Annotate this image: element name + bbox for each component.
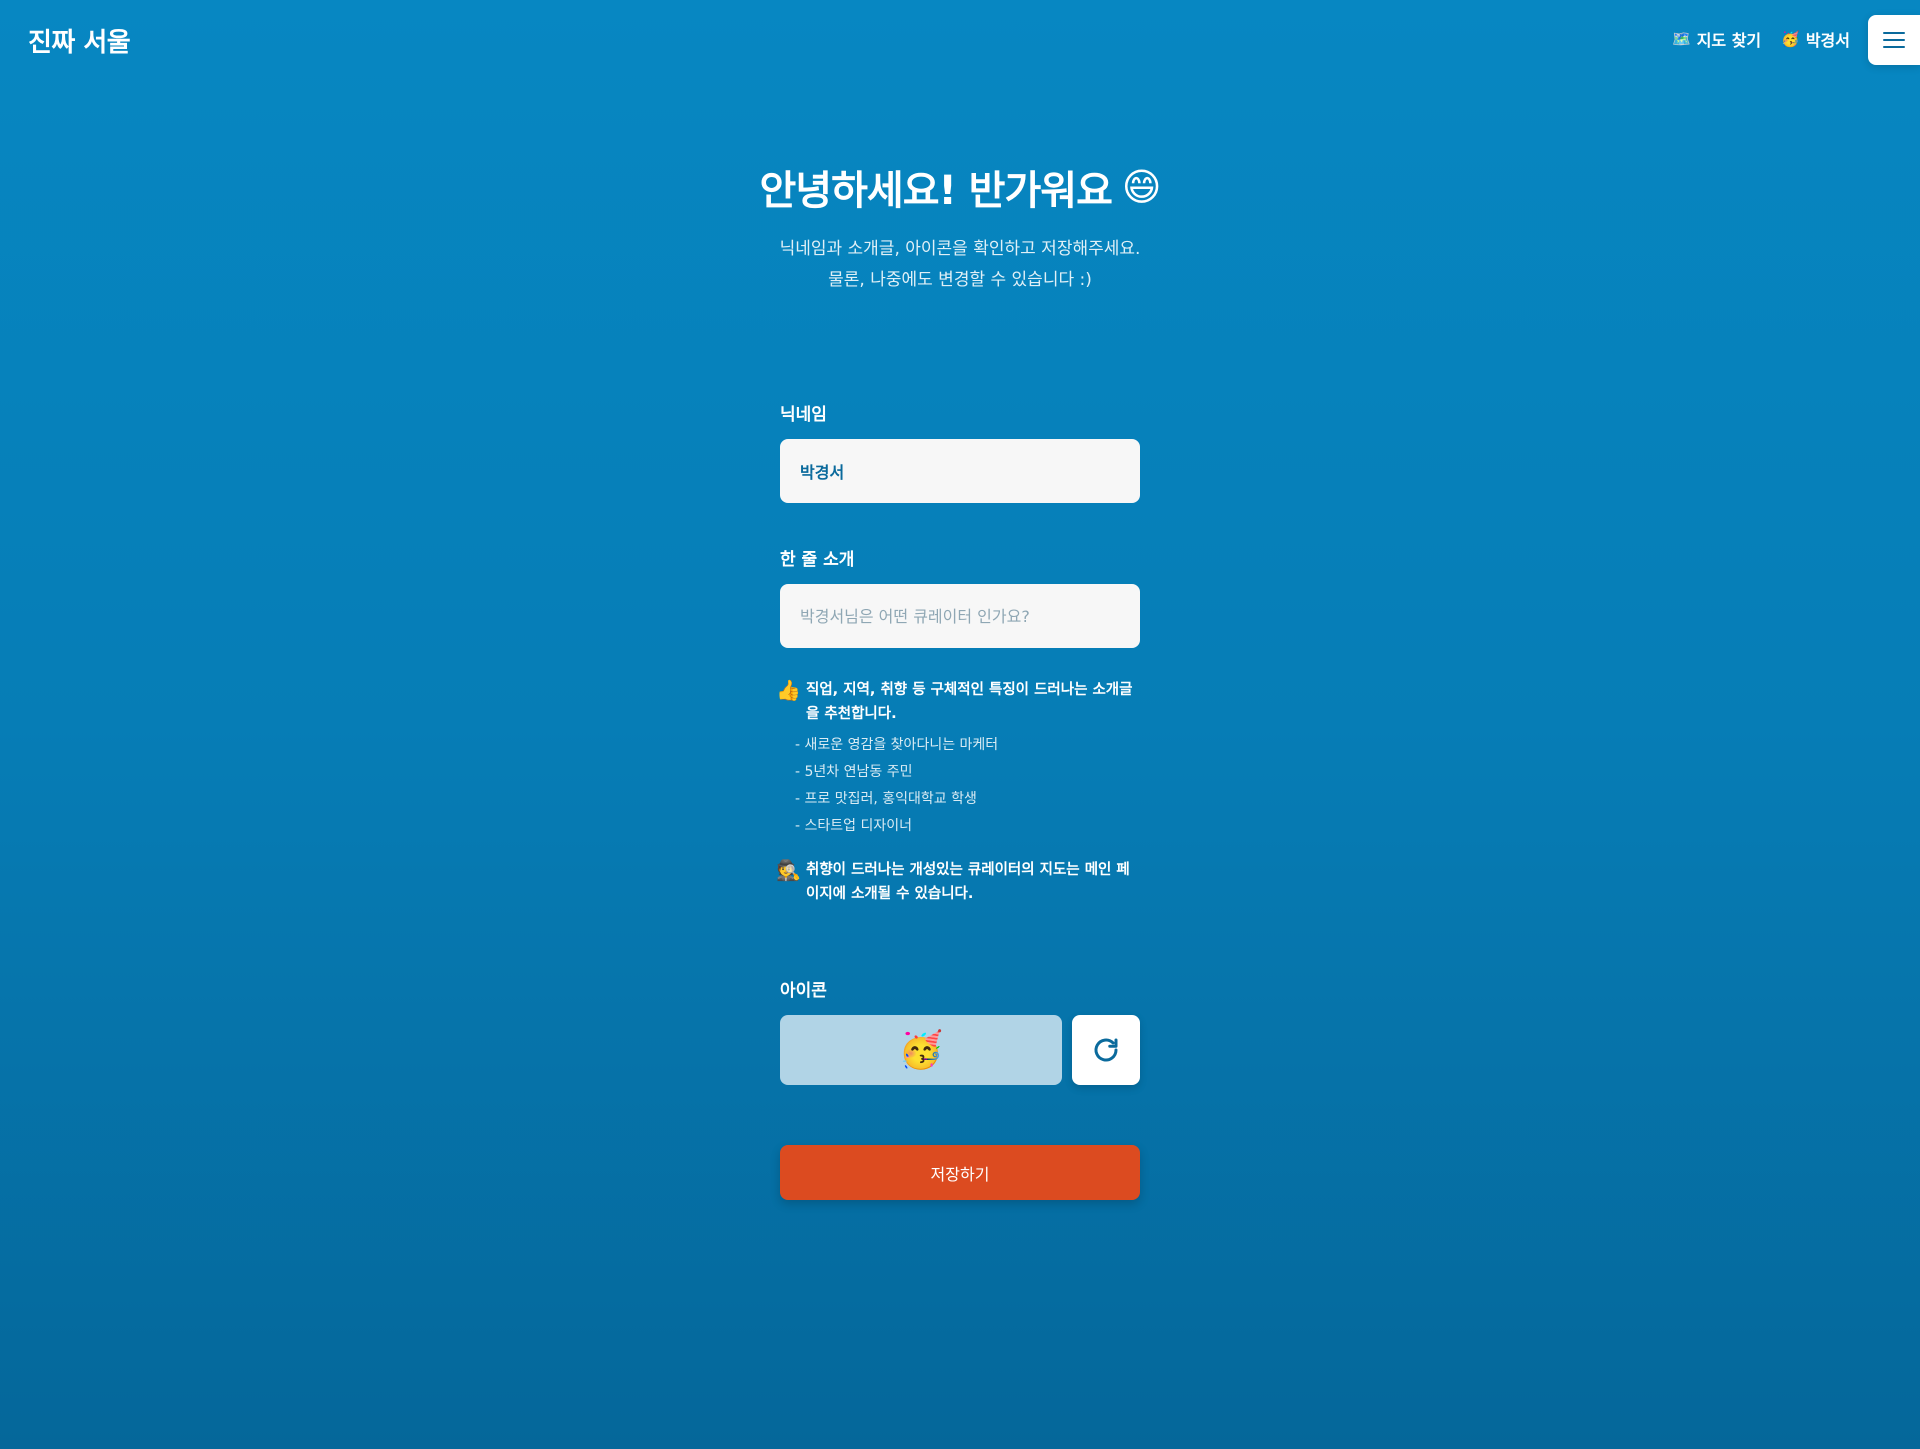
hero: 안녕하세요! 반가워요 😄 닉네임과 소개글, 아이콘을 확인하고 저장해주세요… <box>0 158 1920 296</box>
nickname-block: 닉네임 <box>780 400 1140 503</box>
refresh-icon-button[interactable] <box>1072 1015 1140 1085</box>
top-nav: 🗺️ 지도 찾기 🥳 박경서 <box>1672 27 1850 51</box>
tip-featured: 🕵️ 취향이 드러나는 개성있는 큐레이터의 지도는 메인 페이지에 소개될 수… <box>776 858 1140 906</box>
page-title-text: 안녕하세요! 반가워요 <box>759 168 1113 214</box>
tip-recommend-text: 직업, 지역, 취향 등 구체적인 특징이 드러나는 소개글을 추천합니다. <box>806 682 1133 722</box>
page-subtitle: 닉네임과 소개글, 아이콘을 확인하고 저장해주세요. 물론, 나중에도 변경할… <box>0 234 1920 296</box>
list-item: - 새로운 영감을 찾아다니는 마케터 <box>795 737 999 753</box>
nav-profile[interactable]: 🥳 박경서 <box>1781 27 1850 51</box>
icon-picker: 🥳 <box>780 1015 1140 1085</box>
list-item: - 스타트업 디자이너 <box>795 818 912 834</box>
nav-map-search[interactable]: 🗺️ 지도 찾기 <box>1672 27 1761 51</box>
icon-label: 아이콘 <box>780 981 827 1001</box>
tip-examples: - 새로운 영감을 찾아다니는 마케터 - 5년차 연남동 주민 - 프로 맛집… <box>780 732 1140 840</box>
page-title: 안녕하세요! 반가워요 😄 <box>759 158 1162 216</box>
list-item: - 프로 맛집러, 홍익대학교 학생 <box>795 791 977 807</box>
party-face-icon: 🥳 <box>898 1030 944 1071</box>
intro-block: 한 줄 소개 <box>780 545 1140 648</box>
tip-featured-text: 취향이 드러나는 개성있는 큐레이터의 지도는 메인 페이지에 소개될 수 있습… <box>806 862 1130 902</box>
nav-profile-label: 박경서 <box>1805 31 1850 50</box>
intro-label: 한 줄 소개 <box>780 550 855 570</box>
profile-form: 닉네임 한 줄 소개 👍 직업, 지역, 취향 등 구체적인 특징이 드러나는 … <box>776 400 1140 1200</box>
icon-block: 아이콘 🥳 <box>780 976 1140 1085</box>
thumbs-up-icon: 👍 <box>776 678 801 702</box>
nickname-input[interactable] <box>780 439 1140 503</box>
nickname-label: 닉네임 <box>780 405 827 425</box>
hamburger-menu-button[interactable] <box>1868 15 1920 65</box>
intro-input[interactable] <box>780 584 1140 648</box>
refresh-icon <box>1094 1038 1118 1062</box>
subtitle-line-1: 닉네임과 소개글, 아이콘을 확인하고 저장해주세요. <box>779 239 1141 259</box>
intro-tips: 👍 직업, 지역, 취향 등 구체적인 특징이 드러나는 소개글을 추천합니다.… <box>776 678 1140 906</box>
header: 진짜 서울 🗺️ 지도 찾기 🥳 박경서 <box>0 0 1920 80</box>
logo[interactable]: 진짜 서울 <box>28 22 131 59</box>
list-item: - 5년차 연남동 주민 <box>795 764 913 780</box>
selected-icon-display: 🥳 <box>780 1015 1062 1085</box>
map-icon: 🗺️ <box>1672 30 1691 48</box>
smile-icon: 😄 <box>1121 165 1162 209</box>
subtitle-line-2: 물론, 나중에도 변경할 수 있습니다 :) <box>828 270 1092 290</box>
nav-map-search-label: 지도 찾기 <box>1696 31 1762 50</box>
avatar-icon: 🥳 <box>1781 30 1800 48</box>
hamburger-icon <box>1883 32 1905 48</box>
save-button[interactable]: 저장하기 <box>780 1145 1140 1200</box>
tip-recommend: 👍 직업, 지역, 취향 등 구체적인 특징이 드러나는 소개글을 추천합니다. <box>776 678 1140 726</box>
detective-icon: 🕵️ <box>776 858 801 882</box>
